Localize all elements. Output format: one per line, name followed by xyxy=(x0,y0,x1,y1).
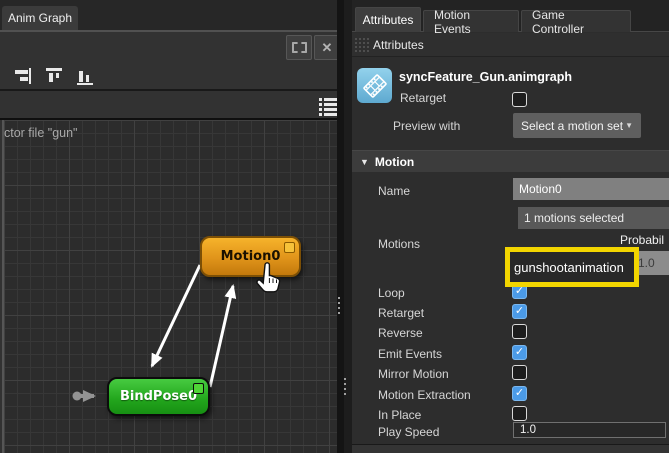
close-icon: ✕ xyxy=(322,41,333,54)
retarget-top-checkbox[interactable] xyxy=(512,92,527,107)
graph-sub-toolbar xyxy=(0,93,344,120)
name-label: Name xyxy=(378,184,410,198)
list-view-icon[interactable] xyxy=(319,97,337,116)
align-bottom-icon[interactable] xyxy=(76,67,94,85)
align-right-icon[interactable] xyxy=(14,67,32,85)
motions-selected-button[interactable]: 1 motions selected xyxy=(518,207,669,229)
anim-graph-panel: Anim Graph xyxy=(0,0,344,453)
edge-motion-to-bindpose[interactable] xyxy=(152,265,200,366)
node-bindpose0-label: BindPose0 xyxy=(120,389,197,404)
node-bindpose0[interactable]: BindPose0 xyxy=(107,377,210,416)
retarget-label: Retarget xyxy=(378,306,424,320)
retarget-top-label: Retarget xyxy=(400,91,446,105)
name-input[interactable]: Motion0 xyxy=(513,178,669,200)
emit-events-label: Emit Events xyxy=(378,347,442,361)
retarget-checkbox[interactable]: ✓ xyxy=(512,304,527,319)
fit-selection-icon xyxy=(292,42,307,53)
motion-extraction-checkbox[interactable]: ✓ xyxy=(512,386,527,401)
node-motion0-corner-icon xyxy=(284,242,295,253)
tab-attributes-label: Attributes xyxy=(363,13,414,27)
mirror-motion-checkbox[interactable] xyxy=(512,365,527,380)
tab-game-controller[interactable]: Game Controller xyxy=(521,10,631,32)
attributes-header-bar: Attributes xyxy=(352,33,669,57)
splitter-grip-icon[interactable] xyxy=(338,297,340,317)
next-section-edge xyxy=(352,444,669,453)
node-bindpose0-corner-icon xyxy=(193,383,204,394)
motions-selected-text: 1 motions selected xyxy=(524,211,624,225)
motion-section-title: Motion xyxy=(375,155,414,169)
reverse-label: Reverse xyxy=(378,326,423,340)
motions-label: Motions xyxy=(378,237,420,251)
motion-file-name: gunshootanimation xyxy=(514,260,624,275)
node-motion0[interactable]: Motion0 xyxy=(200,236,301,277)
play-speed-input[interactable]: 1.0 xyxy=(513,422,666,438)
chevron-down-icon: ▼ xyxy=(625,121,633,130)
attributes-header-label: Attributes xyxy=(373,38,424,52)
node-graph-canvas[interactable]: ctor file "gun" Mo xyxy=(2,120,337,453)
motion-section-header[interactable]: ▼ Motion xyxy=(352,150,669,172)
animgraph-editor-window: Anim Graph xyxy=(0,0,669,453)
emit-events-checkbox[interactable]: ✓ xyxy=(512,345,527,360)
motion-set-dropdown-value: Select a motion set xyxy=(521,119,623,133)
mouse-cursor-icon xyxy=(254,262,284,296)
tab-motion-events[interactable]: Motion Events xyxy=(423,10,519,32)
animgraph-title: syncFeature_Gun.animgraph xyxy=(399,70,572,84)
align-top-icon[interactable] xyxy=(45,67,63,85)
mirror-motion-label: Mirror Motion xyxy=(378,367,449,381)
right-tab-bar: Attributes Motion Events Game Controller xyxy=(352,0,669,32)
in-place-checkbox[interactable] xyxy=(512,406,527,421)
reverse-checkbox[interactable] xyxy=(512,324,527,339)
tab-game-controller-label: Game Controller xyxy=(532,8,620,36)
motion-file-field-highlighted[interactable]: gunshootanimation xyxy=(505,247,639,287)
tab-anim-graph[interactable]: Anim Graph xyxy=(2,6,78,30)
probability-column-header: Probabil xyxy=(620,233,664,247)
probability-value: 1.0 xyxy=(638,256,655,270)
motion-extraction-label: Motion Extraction xyxy=(378,388,471,402)
collapse-triangle-icon: ▼ xyxy=(360,157,369,167)
left-tab-bar: Anim Graph xyxy=(0,0,344,32)
motion-set-dropdown[interactable]: Select a motion set ▼ xyxy=(513,113,641,138)
canvas-border-right xyxy=(337,0,344,453)
edge-bindpose-to-motion[interactable] xyxy=(210,286,233,387)
splitter-grip-icon[interactable] xyxy=(344,378,346,395)
graph-toolbar: ✕ xyxy=(0,34,344,91)
preview-with-label: Preview with xyxy=(393,119,460,133)
attributes-panel: Attributes Motion Events Game Controller… xyxy=(352,0,669,453)
tab-anim-graph-label: Anim Graph xyxy=(8,11,72,25)
play-speed-value: 1.0 xyxy=(520,424,536,436)
tab-attributes[interactable]: Attributes xyxy=(355,7,421,32)
tab-motion-events-label: Motion Events xyxy=(434,8,508,36)
name-input-value: Motion0 xyxy=(519,182,562,196)
fit-selection-button[interactable] xyxy=(286,35,312,60)
animgraph-file-icon xyxy=(357,68,392,103)
loop-label: Loop xyxy=(378,286,405,300)
in-place-label: In Place xyxy=(378,408,421,422)
play-speed-label: Play Speed xyxy=(378,425,439,439)
drag-grip-icon[interactable] xyxy=(354,37,369,53)
